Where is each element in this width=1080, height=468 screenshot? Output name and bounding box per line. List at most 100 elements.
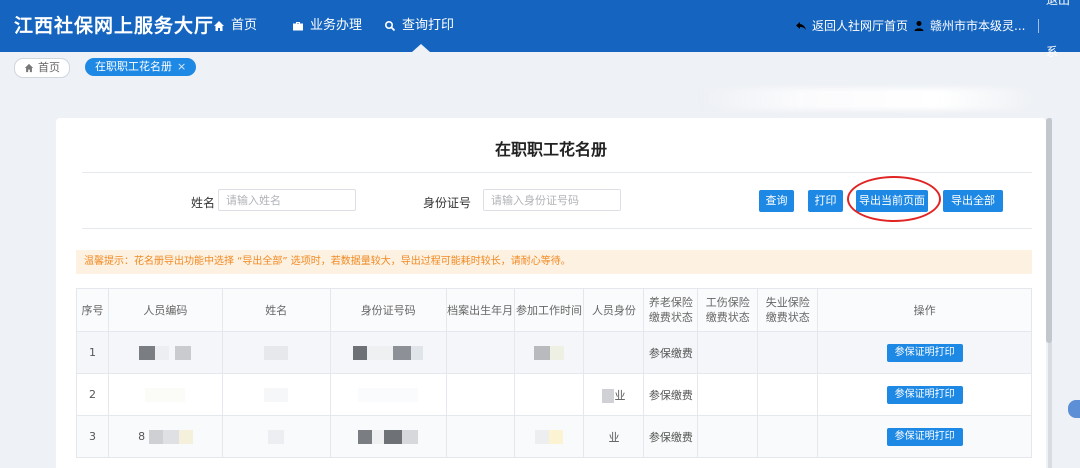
col-injury-line2: 缴费状态 bbox=[705, 311, 750, 324]
row-pension-status: 参保缴费 bbox=[643, 415, 699, 458]
notice-banner: 温馨提示：花名册导出功能中选择 “导出全部” 选项时，若数据量较大，导出过程可能… bbox=[76, 250, 1032, 274]
export-all-button[interactable]: 导出全部 bbox=[943, 190, 1003, 212]
user-menu[interactable]: 赣州市市本级灵... bbox=[913, 0, 1025, 52]
tab-strip: 首页 在职职工花名册 × bbox=[0, 52, 1080, 82]
redacted-cell bbox=[513, 331, 585, 374]
table-cell bbox=[445, 415, 515, 458]
roster-table: 序号 人员编码 姓名 身份证号码 档案出生年月 参加工作时间 人员身份 养老保险… bbox=[76, 288, 1032, 458]
col-unemployment-status: 失业保险 缴费状态 bbox=[757, 288, 819, 332]
table-cell bbox=[697, 373, 759, 416]
divider bbox=[82, 228, 1032, 229]
redacted-cell bbox=[221, 331, 331, 374]
table-cell bbox=[757, 415, 819, 458]
redacted-cell bbox=[329, 331, 447, 374]
table-cell bbox=[757, 331, 819, 374]
annotation-circle bbox=[847, 176, 941, 222]
col-person-code: 人员编码 bbox=[107, 288, 223, 332]
redacted-cell bbox=[329, 415, 447, 458]
table-row: 3 8 业 参保缴费 参保证明打印 bbox=[76, 415, 1032, 458]
redacted-cell: 8 bbox=[107, 415, 223, 458]
tab-roster-label: 在职职工花名册 bbox=[95, 60, 172, 73]
table-cell bbox=[445, 331, 515, 374]
nav-business[interactable]: 业务办理 bbox=[292, 0, 362, 52]
tab-home-label: 首页 bbox=[38, 61, 60, 74]
close-icon[interactable]: × bbox=[177, 58, 186, 76]
table-cell: 参保证明打印 bbox=[817, 373, 1032, 416]
blurred-area bbox=[700, 88, 1040, 110]
col-pension-line1: 养老保险 bbox=[648, 296, 693, 309]
redacted-cell bbox=[221, 415, 331, 458]
redacted-cell bbox=[513, 415, 585, 458]
row-pension-status: 参保缴费 bbox=[643, 331, 699, 374]
nav-business-label: 业务办理 bbox=[310, 18, 363, 33]
col-name: 姓名 bbox=[221, 288, 331, 332]
user-name: 赣州市市本级灵... bbox=[930, 19, 1026, 33]
home-icon bbox=[24, 63, 34, 73]
col-pension-status: 养老保险 缴费状态 bbox=[643, 288, 699, 332]
col-unemp-line1: 失业保险 bbox=[765, 296, 810, 309]
table-row: 2 业 参保缴费 参保证明打印 bbox=[76, 373, 1032, 416]
id-number-label: 身份证号 bbox=[423, 196, 472, 210]
col-seq: 序号 bbox=[76, 288, 109, 332]
nav-home[interactable]: 首页 bbox=[213, 0, 257, 52]
search-icon bbox=[384, 20, 396, 32]
row-seq: 2 bbox=[76, 373, 109, 416]
page-title: 在职职工花名册 bbox=[494, 140, 607, 159]
top-nav-bar: 江西社保网上服务大厅 首页 业务办理 查询打印 返回人社网厅首页 赣州市市本级灵… bbox=[0, 0, 1080, 59]
side-float-tab[interactable] bbox=[1068, 400, 1080, 418]
tab-home[interactable]: 首页 bbox=[14, 58, 70, 78]
col-pension-line2: 缴费状态 bbox=[648, 311, 693, 324]
row-identity: 业 bbox=[583, 415, 645, 458]
col-birth: 档案出生年月 bbox=[445, 288, 515, 332]
row-identity: 业 bbox=[583, 373, 645, 416]
table-cell bbox=[697, 331, 759, 374]
table-cell bbox=[697, 415, 759, 458]
scrollbar-thumb[interactable] bbox=[1046, 118, 1052, 343]
back-to-portal-link[interactable]: 返回人社网厅首页 bbox=[795, 0, 908, 52]
table-cell: 参保证明打印 bbox=[817, 415, 1032, 458]
name-input[interactable] bbox=[218, 189, 356, 211]
col-unemp-line2: 缴费状态 bbox=[765, 311, 810, 324]
col-identity: 人员身份 bbox=[583, 288, 645, 332]
table-header-row: 序号 人员编码 姓名 身份证号码 档案出生年月 参加工作时间 人员身份 养老保险… bbox=[76, 288, 1032, 332]
id-number-input[interactable] bbox=[483, 189, 621, 211]
logout-link[interactable]: 退出系 bbox=[1046, 0, 1080, 59]
back-to-portal-label: 返回人社网厅首页 bbox=[812, 19, 909, 33]
col-operation: 操作 bbox=[817, 288, 1032, 332]
query-button[interactable]: 查询 bbox=[759, 190, 794, 212]
print-certificate-button[interactable]: 参保证明打印 bbox=[886, 427, 963, 446]
col-injury-line1: 工伤保险 bbox=[705, 296, 750, 309]
redacted-cell bbox=[107, 331, 223, 374]
name-label: 姓名 bbox=[191, 196, 216, 210]
nav-separator bbox=[1038, 19, 1039, 33]
row-identity-mark: 业 bbox=[614, 388, 626, 402]
reply-arrow-icon bbox=[796, 22, 806, 31]
redacted-cell bbox=[107, 373, 223, 416]
table-cell: 参保证明打印 bbox=[817, 331, 1032, 374]
col-work-start: 参加工作时间 bbox=[513, 288, 585, 332]
redacted-cell bbox=[329, 373, 447, 416]
redacted-cell bbox=[221, 373, 331, 416]
briefcase-icon bbox=[293, 22, 303, 31]
row-seq: 1 bbox=[76, 331, 109, 374]
col-id-number: 身份证号码 bbox=[329, 288, 447, 332]
table-row: 1 参保缴费 参保证明打印 bbox=[76, 331, 1032, 374]
row-code-prefix: 8 bbox=[138, 429, 146, 443]
print-button[interactable]: 打印 bbox=[808, 190, 843, 212]
home-icon bbox=[214, 21, 224, 31]
print-certificate-button[interactable]: 参保证明打印 bbox=[886, 343, 963, 362]
table-cell bbox=[445, 373, 515, 416]
brand-title: 江西社保网上服务大厅 bbox=[14, 15, 215, 37]
table-cell bbox=[513, 373, 585, 416]
divider bbox=[82, 172, 1032, 173]
user-icon bbox=[914, 21, 924, 31]
nav-home-label: 首页 bbox=[231, 18, 258, 33]
row-identity bbox=[583, 331, 645, 374]
row-pension-status: 参保缴费 bbox=[643, 373, 699, 416]
table-cell bbox=[757, 373, 819, 416]
row-seq: 3 bbox=[76, 415, 109, 458]
active-nav-indicator bbox=[412, 44, 430, 52]
print-certificate-button[interactable]: 参保证明打印 bbox=[886, 385, 963, 404]
roster-panel: 在职职工花名册 姓名 身份证号 查询 打印 导出当前页面 导出全部 温馨提示：花… bbox=[56, 118, 1046, 468]
tab-roster[interactable]: 在职职工花名册 × bbox=[85, 58, 197, 76]
